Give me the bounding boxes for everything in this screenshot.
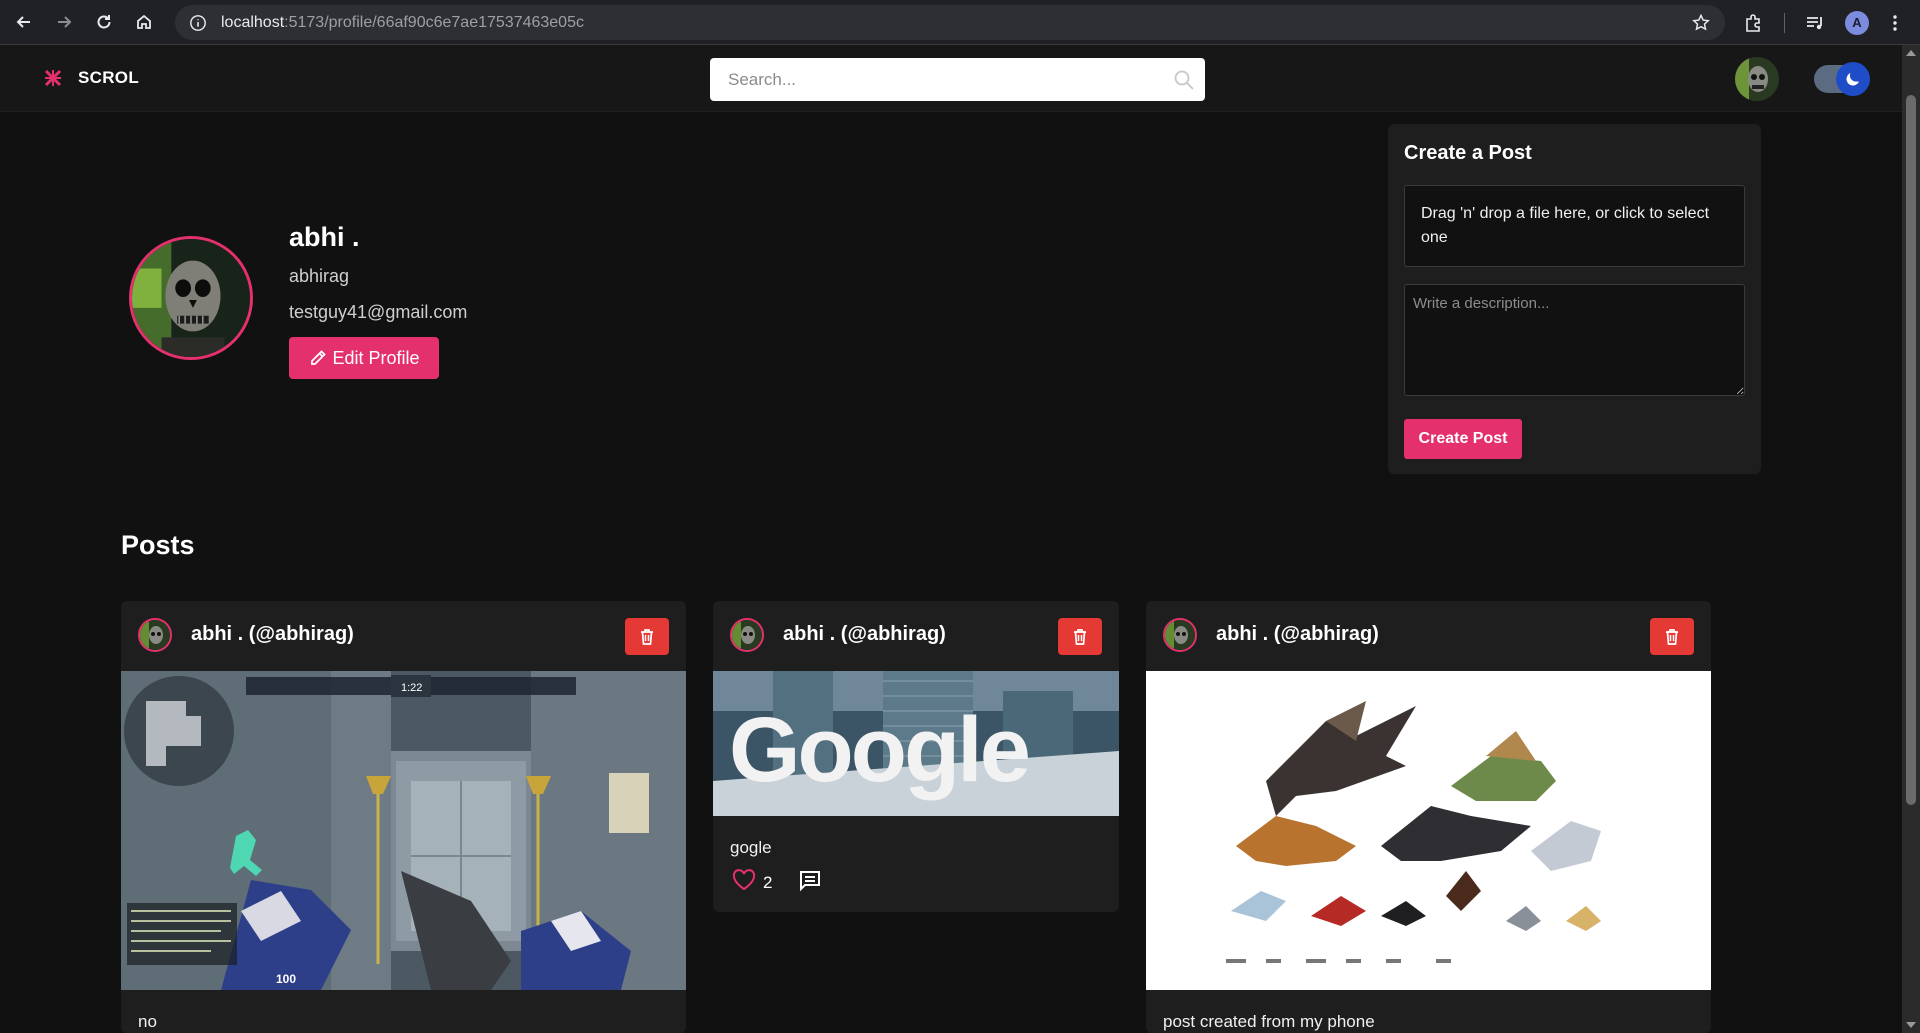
file-dropzone[interactable]: Drag 'n' drop a file here, or click to s…: [1404, 185, 1745, 267]
trash-icon: [641, 628, 653, 645]
post-card: abhi . (@abhirag) Google gogle 2: [713, 601, 1119, 912]
description-textarea[interactable]: [1404, 284, 1745, 396]
post-author-avatar[interactable]: [1163, 618, 1197, 652]
create-post-card: Create a Post Drag 'n' drop a file here,…: [1388, 124, 1761, 474]
post-author-name[interactable]: abhi . (@abhirag): [783, 623, 946, 646]
media-controls-icon[interactable]: [1794, 0, 1836, 45]
chrome-profile-button[interactable]: A: [1836, 0, 1878, 45]
create-post-title: Create a Post: [1404, 142, 1532, 164]
profile-email: testguy41@gmail.com: [289, 302, 468, 322]
create-post-button[interactable]: Create Post: [1404, 419, 1522, 459]
edit-profile-button[interactable]: Edit Profile: [289, 337, 439, 379]
search-input[interactable]: [710, 58, 1186, 101]
post-author-name[interactable]: abhi . (@abhirag): [191, 623, 354, 646]
post-caption: gogle: [730, 838, 772, 857]
app-logo[interactable]: SCROL: [42, 67, 139, 89]
toolbar-divider: [1774, 0, 1794, 45]
edit-profile-label: Edit Profile: [332, 347, 420, 368]
page-scrollbar[interactable]: [1902, 45, 1920, 1033]
forward-arrow-icon[interactable]: [44, 2, 84, 42]
post-author-name[interactable]: abhi . (@abhirag): [1216, 623, 1379, 646]
post-caption: post created from my phone: [1163, 1012, 1375, 1031]
scroll-up-arrow-icon[interactable]: [1906, 50, 1916, 56]
profile-initial: A: [1845, 10, 1869, 35]
app-header: SCROL: [0, 45, 1902, 112]
post-card: abhi . (@abhirag): [1146, 601, 1711, 1033]
hud-health: 100: [276, 972, 296, 986]
extensions-icon[interactable]: [1732, 0, 1774, 45]
post-author-avatar[interactable]: [730, 618, 764, 652]
back-arrow-icon[interactable]: [4, 2, 44, 42]
post-card: abhi . (@abhirag): [121, 601, 686, 1033]
reload-icon[interactable]: [84, 2, 124, 42]
url-host: localhost: [221, 13, 285, 31]
delete-post-button[interactable]: [1058, 618, 1102, 655]
scroll-down-arrow-icon[interactable]: [1906, 1022, 1916, 1028]
scrollbar-thumb[interactable]: [1906, 95, 1916, 805]
profile-display-name: abhi .: [289, 222, 360, 252]
url-path: :5173/profile/66af90c6e7ae17537463e05c: [284, 13, 584, 31]
kebab-menu-icon[interactable]: [1878, 0, 1912, 45]
theme-toggle[interactable]: [1814, 62, 1870, 96]
brand-name: SCROL: [78, 68, 139, 87]
logo-icon: [44, 69, 62, 87]
hud-timer: 1:22: [401, 682, 422, 694]
toggle-knob: [1836, 62, 1870, 96]
delete-post-button[interactable]: [1650, 618, 1694, 655]
bookmark-star-icon[interactable]: [1691, 13, 1711, 33]
post-image-dragons[interactable]: [1146, 671, 1711, 990]
browser-toolbar: localhost:5173/profile/66af90c6e7ae17537…: [0, 0, 1920, 45]
search-icon[interactable]: [1173, 69, 1195, 91]
trash-icon: [1074, 628, 1086, 645]
posts-heading: Posts: [121, 530, 195, 560]
header-avatar[interactable]: [1735, 57, 1779, 101]
home-icon[interactable]: [124, 2, 164, 42]
like-count: 2: [763, 872, 773, 892]
trash-icon: [1666, 628, 1678, 645]
comment-icon[interactable]: [798, 868, 822, 897]
delete-post-button[interactable]: [625, 618, 669, 655]
search-bar: [710, 58, 1205, 101]
post-author-avatar[interactable]: [138, 618, 172, 652]
site-info-icon[interactable]: [189, 14, 207, 32]
profile-avatar: [129, 236, 253, 360]
post-image-game-screenshot[interactable]: 100 1:22: [121, 671, 686, 990]
moon-icon: [1846, 73, 1859, 86]
svg-text:Google: Google: [729, 699, 1029, 801]
pencil-icon: [311, 350, 327, 365]
profile-username: abhirag: [289, 266, 350, 286]
address-bar[interactable]: localhost:5173/profile/66af90c6e7ae17537…: [175, 5, 1725, 40]
post-image-google[interactable]: Google: [713, 671, 1119, 816]
post-caption: no: [138, 1012, 157, 1031]
like-heart-icon[interactable]: [731, 868, 757, 897]
